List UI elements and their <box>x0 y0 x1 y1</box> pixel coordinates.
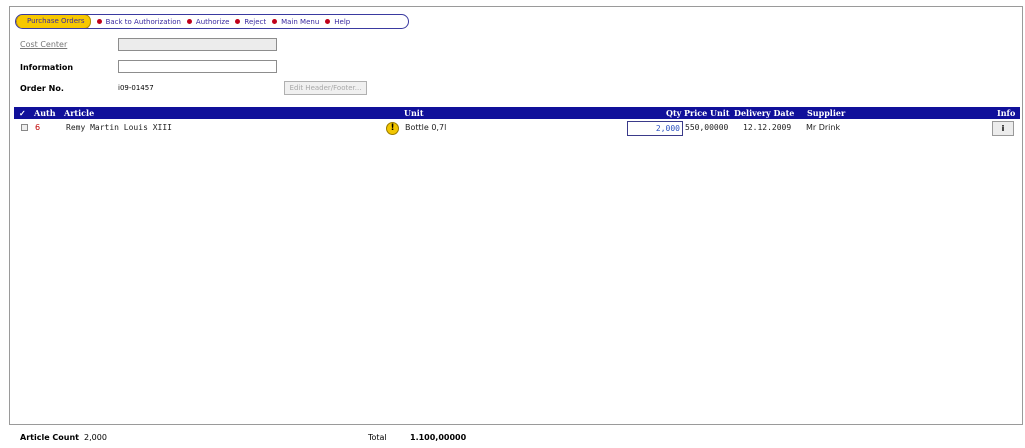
info-button[interactable]: i <box>992 121 1014 136</box>
nav-label: Main Menu <box>281 17 320 26</box>
bullet-icon <box>235 19 241 24</box>
article-count-value: 2,000 <box>84 433 107 442</box>
price-unit-value: 550,00000 <box>685 123 729 132</box>
total-label: Total <box>368 433 387 442</box>
unit-value: Bottle 0,7l <box>405 123 447 132</box>
cost-center-link[interactable]: Cost Center <box>20 40 67 49</box>
article-name: Remy Martin Louis XIII <box>66 123 172 132</box>
supplier-value: Mr Drink <box>806 123 841 132</box>
table-header: ✓ Auth Article Unit Qty Price Unit Deliv… <box>14 107 1020 119</box>
bullet-icon <box>186 19 192 24</box>
qty-header[interactable]: Qty <box>666 108 681 118</box>
order-no-label: Order No. <box>20 84 64 93</box>
cost-center-field[interactable] <box>118 38 277 51</box>
nav-label: Help <box>334 17 351 26</box>
nav-back-to-authorization[interactable]: Back to Authorization <box>96 17 181 26</box>
delivery-date-header[interactable]: Delivery Date <box>734 108 794 118</box>
supplier-header[interactable]: Supplier <box>807 108 845 118</box>
edit-header-footer-button[interactable]: Edit Header/Footer... <box>284 81 367 95</box>
nav-authorize[interactable]: Authorize <box>186 17 230 26</box>
total-value: 1.100,00000 <box>410 433 467 442</box>
order-no-value: i09-01457 <box>118 84 154 92</box>
table-row: 6 Remy Martin Louis XIII ! Bottle 0,7l 5… <box>14 121 1020 137</box>
article-count-label: Article Count <box>20 433 79 442</box>
bullet-icon <box>272 19 278 24</box>
check-header[interactable]: ✓ <box>19 108 26 118</box>
article-header[interactable]: Article <box>64 108 94 118</box>
nav-bar: Purchase Orders Back to Authorization Au… <box>15 14 409 29</box>
information-field[interactable] <box>118 60 277 73</box>
nav-label: Back to Authorization <box>105 17 181 26</box>
info-header: Info <box>997 108 1016 118</box>
auth-value: 6 <box>35 123 41 132</box>
nav-reject[interactable]: Reject <box>235 18 266 26</box>
nav-main-menu[interactable]: Main Menu <box>272 18 319 26</box>
nav-label: Reject <box>244 17 267 26</box>
nav-help[interactable]: Help <box>325 18 350 26</box>
warning-icon[interactable]: ! <box>386 122 399 135</box>
delivery-date-value: 12.12.2009 <box>743 123 792 132</box>
nav-label: Authorize <box>195 17 230 26</box>
auth-header[interactable]: Auth <box>34 108 56 118</box>
information-label: Information <box>20 63 74 72</box>
nav-purchase-orders[interactable]: Purchase Orders <box>16 15 91 28</box>
row-checkbox[interactable] <box>21 124 28 131</box>
bullet-icon <box>96 19 102 24</box>
bullet-icon <box>325 19 331 24</box>
qty-input[interactable] <box>627 121 683 136</box>
unit-header[interactable]: Unit <box>404 108 424 118</box>
price-unit-header[interactable]: Price Unit <box>684 108 730 118</box>
